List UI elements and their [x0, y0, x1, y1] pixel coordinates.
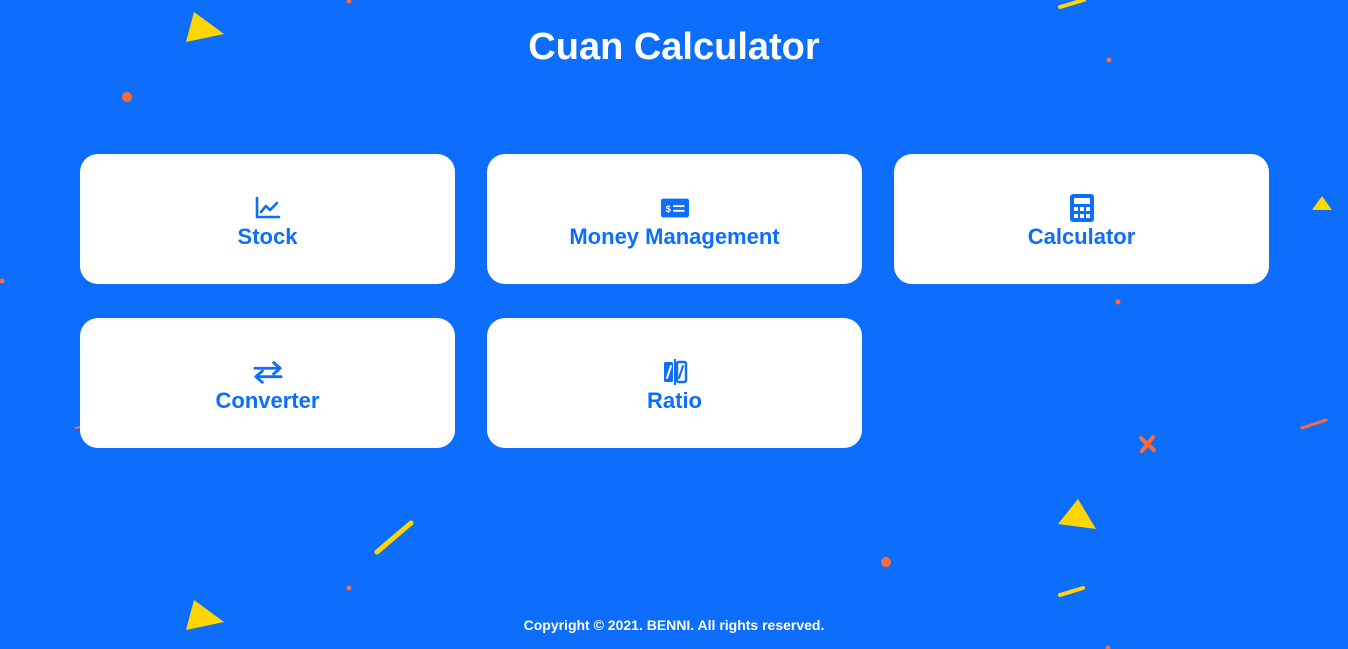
footer-copyright: Copyright © 2021. BENNI. All rights rese…	[523, 617, 825, 633]
stock-card[interactable]: Stock	[80, 154, 455, 284]
page: Cuan Calculator Stock $ Money Management	[0, 0, 1348, 649]
calculator-card[interactable]: Calculator	[894, 154, 1269, 284]
converter-label: Converter	[215, 387, 320, 413]
chart-line-icon	[253, 193, 283, 223]
ratio-icon	[660, 357, 690, 387]
money-management-card[interactable]: $ Money Management	[487, 154, 862, 284]
money-management-label: Money Management	[569, 223, 780, 249]
ratio-card[interactable]: Ratio	[487, 318, 862, 448]
calculator-icon	[1067, 193, 1097, 223]
exchange-arrows-icon	[252, 357, 283, 387]
calculator-label: Calculator	[1027, 223, 1136, 249]
ratio-label: Ratio	[647, 387, 702, 413]
stock-label: Stock	[237, 223, 298, 249]
svg-text:$: $	[665, 203, 671, 213]
page-title: Cuan Calculator	[528, 26, 820, 68]
converter-card[interactable]: Converter	[80, 318, 455, 448]
money-check-icon: $	[660, 193, 690, 223]
